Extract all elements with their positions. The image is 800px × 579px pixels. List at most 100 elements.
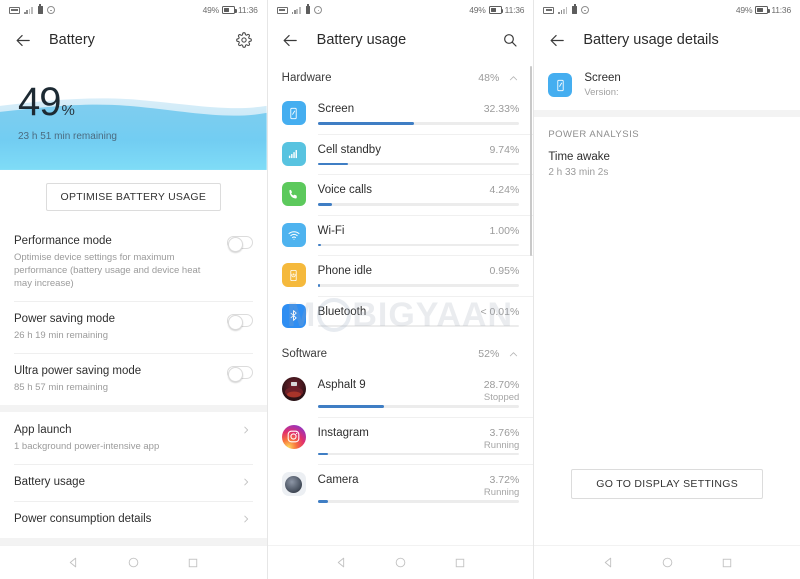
usage-name: Instagram bbox=[317, 426, 369, 439]
row-power-consumption-details[interactable]: Power consumption details bbox=[0, 501, 267, 538]
vibrate-battery-icon bbox=[38, 4, 43, 14]
usage-name: Phone idle bbox=[317, 265, 373, 277]
nav-recents-icon[interactable] bbox=[187, 557, 199, 569]
optimise-battery-usage-button[interactable]: OPTIMISE BATTERY USAGE bbox=[45, 183, 222, 211]
usage-percent: 4.24% bbox=[489, 184, 520, 196]
usage-percent: 1.00% bbox=[489, 224, 520, 237]
nav-recents-icon[interactable] bbox=[721, 557, 733, 569]
nav-home-icon[interactable] bbox=[394, 556, 407, 569]
row-subtitle: 1 background power-intensive app bbox=[14, 441, 160, 452]
usage-body: Instagram 3.76% Running bbox=[317, 418, 520, 465]
app-bar-panel3: Battery usage details bbox=[534, 20, 800, 60]
usage-row-wifi[interactable]: Wi-Fi 1.00% bbox=[268, 216, 534, 256]
usage-percent: < 0.01% bbox=[480, 305, 520, 318]
usage-name: Cell standby bbox=[317, 143, 381, 156]
three-panel-screenshot: 49% 11:36 Battery 49% 23 h 51 min remain… bbox=[0, 0, 800, 579]
battery-hero: 49% 23 h 51 min remaining bbox=[0, 60, 267, 170]
usage-body: Phone idle 0.95% bbox=[317, 256, 520, 296]
row-title: Performance mode bbox=[14, 235, 112, 247]
detail-app-name: Screen bbox=[584, 72, 621, 84]
alarm-icon bbox=[46, 6, 55, 14]
detail-row-time-awake: Time awake 2 h 33 min 2s bbox=[534, 147, 800, 190]
status-icons-left bbox=[543, 4, 589, 14]
nav-recents-icon[interactable] bbox=[454, 557, 466, 569]
power-saving-mode-toggle[interactable] bbox=[226, 314, 253, 330]
screen-icon bbox=[548, 73, 573, 97]
usage-body: Bluetooth < 0.01% bbox=[317, 297, 520, 337]
chevron-up-icon[interactable] bbox=[508, 73, 519, 84]
row-title: Power consumption details bbox=[14, 513, 152, 525]
row-text: Battery usage bbox=[14, 475, 233, 490]
nav-back-icon[interactable] bbox=[67, 556, 80, 569]
chevron-right-icon bbox=[241, 477, 253, 487]
row-subtitle: 26 h 19 min remaining bbox=[14, 330, 108, 341]
usage-row-phone-idle[interactable]: Phone idle 0.95% bbox=[268, 256, 534, 296]
row-performance-mode[interactable]: Performance mode Optimise device setting… bbox=[0, 223, 267, 301]
usage-row-voice-calls[interactable]: Voice calls 4.24% bbox=[268, 175, 534, 215]
panel3-body: Screen Version: POWER ANALYSIS Time awak… bbox=[534, 60, 800, 545]
usage-progress-bar bbox=[317, 203, 520, 206]
usage-row-camera[interactable]: Camera 3.72% Running bbox=[268, 465, 534, 512]
scrollbar-thumb[interactable] bbox=[529, 66, 532, 256]
back-arrow-icon[interactable] bbox=[281, 30, 301, 50]
section-header-hardware[interactable]: Hardware 48% bbox=[267, 60, 534, 94]
usage-name: Voice calls bbox=[317, 184, 372, 196]
panel1-body: 49% 23 h 51 min remaining OPTIMISE BATTE… bbox=[0, 60, 267, 545]
usage-progress-bar bbox=[317, 500, 520, 503]
chevron-up-icon[interactable] bbox=[508, 349, 519, 360]
status-clock: 11:36 bbox=[504, 5, 525, 15]
usage-body: Cell standby 9.74% bbox=[317, 135, 520, 175]
usage-row-bluetooth[interactable]: Bluetooth < 0.01% bbox=[268, 297, 534, 337]
nav-home-icon[interactable] bbox=[661, 556, 674, 569]
usage-body: Screen 32.33% bbox=[317, 94, 520, 134]
usage-line: Wi-Fi 1.00% bbox=[318, 225, 520, 237]
section-header-software[interactable]: Software 52% bbox=[267, 336, 534, 370]
row-app-launch[interactable]: App launch 1 background power-intensive … bbox=[0, 412, 267, 464]
row-battery-usage[interactable]: Battery usage bbox=[0, 464, 267, 501]
usage-row-screen[interactable]: Screen 32.33% bbox=[268, 94, 534, 134]
gear-icon[interactable] bbox=[234, 30, 254, 50]
row-subtitle: 85 h 57 min remaining bbox=[14, 382, 108, 393]
nav-back-icon[interactable] bbox=[602, 556, 615, 569]
battery-remaining-text: 23 h 51 min remaining bbox=[18, 131, 117, 142]
status-battery-percent: 49% bbox=[202, 5, 220, 15]
alarm-icon bbox=[314, 6, 323, 14]
detail-app-text: Screen Version: bbox=[584, 72, 620, 98]
usage-percent: 9.74% bbox=[489, 143, 520, 156]
status-battery-percent: 49% bbox=[469, 5, 486, 15]
section-divider-2 bbox=[0, 538, 267, 545]
search-icon[interactable] bbox=[500, 30, 520, 50]
back-arrow-icon[interactable] bbox=[13, 30, 33, 50]
status-icons-left bbox=[276, 4, 323, 14]
panel-battery-usage: 49% 11:36 Battery usage Hardware 48% Scr… bbox=[266, 0, 534, 579]
status-bar-panel3: 49% 11:36 bbox=[534, 0, 800, 20]
signal-icon bbox=[24, 6, 34, 14]
camera-app-icon bbox=[281, 472, 306, 496]
display-settings-button-wrap: GO TO DISPLAY SETTINGS bbox=[534, 469, 800, 499]
nav-back-icon[interactable] bbox=[335, 556, 348, 569]
row-title: Ultra power saving mode bbox=[14, 365, 142, 377]
usage-body: Voice calls 4.24% bbox=[317, 175, 520, 215]
ultra-power-saving-mode-toggle[interactable] bbox=[226, 366, 253, 382]
row-title: App launch bbox=[14, 424, 72, 436]
usage-row-cell-standby[interactable]: Cell standby 9.74% bbox=[268, 135, 534, 175]
chevron-right-icon bbox=[241, 514, 253, 524]
row-power-saving-mode[interactable]: Power saving mode 26 h 19 min remaining bbox=[0, 301, 267, 353]
nav-home-icon[interactable] bbox=[127, 556, 140, 569]
usage-progress-bar bbox=[317, 405, 520, 408]
usage-row-instagram[interactable]: Instagram 3.76% Running bbox=[268, 418, 534, 465]
usage-progress-bar bbox=[317, 162, 520, 165]
row-text: Ultra power saving mode 85 h 57 min rema… bbox=[14, 364, 219, 394]
row-ultra-power-saving-mode[interactable]: Ultra power saving mode 85 h 57 min rema… bbox=[0, 353, 267, 405]
back-arrow-icon[interactable] bbox=[547, 30, 567, 50]
power-idle-icon bbox=[281, 263, 306, 287]
battery-icon bbox=[488, 6, 504, 14]
go-to-display-settings-button[interactable]: GO TO DISPLAY SETTINGS bbox=[571, 469, 764, 499]
section-divider bbox=[534, 110, 800, 117]
usage-row-asphalt-9[interactable]: Asphalt 9 28.70% Stopped bbox=[268, 370, 534, 417]
link-settings-group: App launch 1 background power-intensive … bbox=[0, 412, 267, 538]
section-title: Hardware bbox=[281, 72, 332, 84]
battery-icon bbox=[222, 6, 237, 14]
performance-mode-toggle[interactable] bbox=[226, 236, 253, 252]
usage-body: Camera 3.72% Running bbox=[317, 465, 520, 512]
